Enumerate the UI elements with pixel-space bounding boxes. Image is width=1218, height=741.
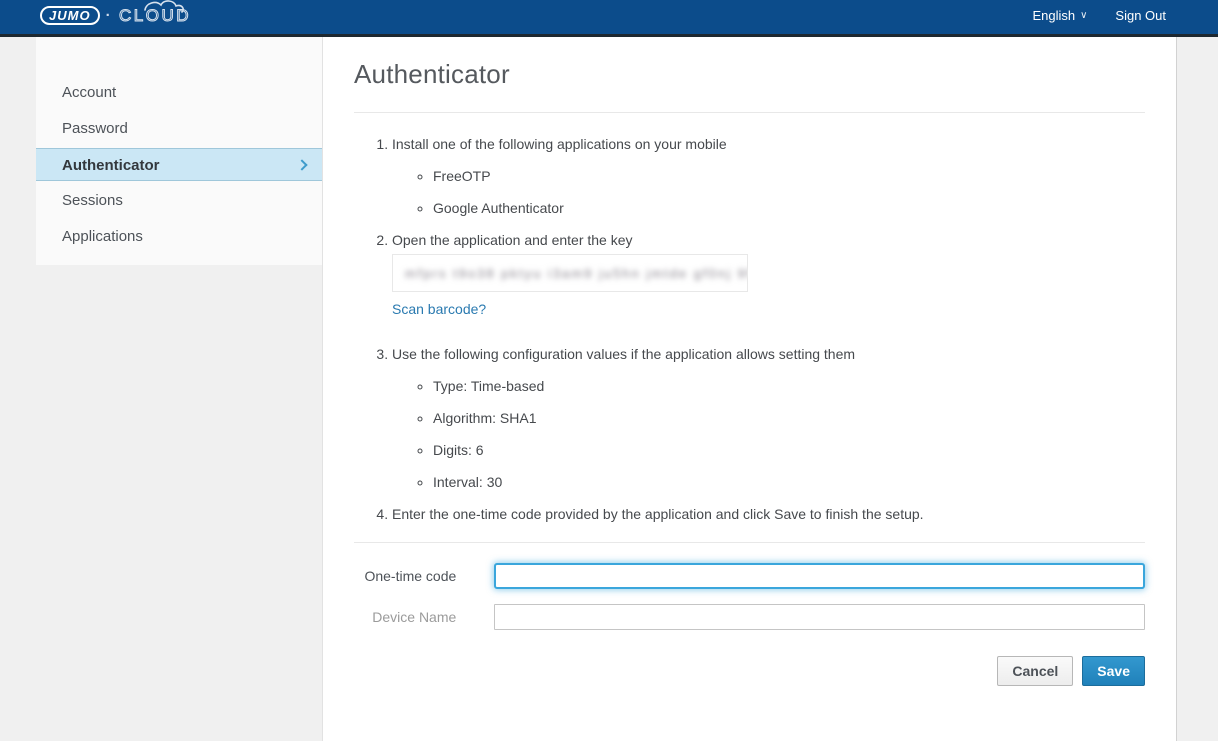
main-content-panel: Authenticator Install one of the followi… xyxy=(322,37,1177,741)
chevron-down-icon: ∨ xyxy=(1080,10,1087,21)
config-value-digits: Digits: 6 xyxy=(433,441,1145,460)
cancel-button[interactable]: Cancel xyxy=(997,656,1073,686)
save-button[interactable]: Save xyxy=(1082,656,1145,686)
sidebar-item-label: Sessions xyxy=(62,192,123,209)
one-time-code-row: One-time code xyxy=(354,563,1145,589)
step-text: Open the application and enter the key xyxy=(392,232,633,248)
device-name-input[interactable] xyxy=(494,604,1145,630)
title-divider xyxy=(354,112,1145,113)
sidebar-item-label: Applications xyxy=(62,228,143,245)
sidebar-item-sessions[interactable]: Sessions xyxy=(36,184,322,217)
sidebar-item-label: Password xyxy=(62,120,128,137)
step-text: Install one of the following application… xyxy=(392,136,727,152)
top-navbar: JUMO · CLOUD English ∨ Sign Out xyxy=(0,0,1218,37)
one-time-code-label: One-time code xyxy=(354,563,456,589)
navbar-actions: English ∨ Sign Out xyxy=(1032,8,1166,23)
brand-separator: · xyxy=(106,7,111,24)
secret-key-box: mfprs t9o38 pktyu i3am9 ju5hn jmtde gf0n… xyxy=(392,254,748,292)
scan-barcode-link[interactable]: Scan barcode? xyxy=(392,300,486,319)
config-values-list: Type: Time-based Algorithm: SHA1 Digits:… xyxy=(392,377,1145,492)
app-option: Google Authenticator xyxy=(433,199,1145,218)
config-value-type: Type: Time-based xyxy=(433,377,1145,396)
config-value-algorithm: Algorithm: SHA1 xyxy=(433,409,1145,428)
form-divider xyxy=(354,542,1145,543)
chevron-right-icon xyxy=(296,159,307,170)
step-text: Enter the one-time code provided by the … xyxy=(392,506,924,522)
sign-out-label: Sign Out xyxy=(1115,8,1166,23)
secret-key-obscured-text: mfprs t9o38 pktyu i3am9 ju5hn jmtde gf0n… xyxy=(405,264,748,283)
device-name-label: Device Name xyxy=(354,604,456,630)
sidebar-nav: Account Password Authenticator Sessions … xyxy=(36,37,322,265)
one-time-code-input[interactable] xyxy=(494,563,1145,589)
sidebar-item-label: Authenticator xyxy=(62,157,160,174)
sidebar-item-account[interactable]: Account xyxy=(36,76,322,109)
setup-steps-list: Install one of the following application… xyxy=(354,135,1145,524)
sidebar-item-password[interactable]: Password xyxy=(36,112,322,145)
sidebar-item-label: Account xyxy=(62,84,116,101)
app-option: FreeOTP xyxy=(433,167,1145,186)
sidebar-item-authenticator[interactable]: Authenticator xyxy=(36,148,322,181)
page-title: Authenticator xyxy=(354,59,1145,90)
svg-text:CLOUD: CLOUD xyxy=(119,6,191,25)
brand-logo: JUMO · CLOUD xyxy=(40,0,191,32)
cloud-logo-icon: CLOUD xyxy=(117,0,191,32)
app-options-list: FreeOTP Google Authenticator xyxy=(392,167,1145,218)
otp-form: One-time code Device Name Cancel Save xyxy=(354,563,1145,686)
step-enter-key: Open the application and enter the key m… xyxy=(392,231,1145,332)
sidebar-item-applications[interactable]: Applications xyxy=(36,220,322,253)
step-enter-code: Enter the one-time code provided by the … xyxy=(392,505,1145,524)
brand-jumo-badge: JUMO xyxy=(40,6,100,25)
device-name-row: Device Name xyxy=(354,604,1145,630)
step-config-values: Use the following configuration values i… xyxy=(392,345,1145,492)
config-value-interval: Interval: 30 xyxy=(433,473,1145,492)
step-text: Use the following configuration values i… xyxy=(392,346,855,362)
language-label: English xyxy=(1032,8,1075,23)
form-buttons: Cancel Save xyxy=(354,656,1145,686)
sign-out-link[interactable]: Sign Out xyxy=(1115,8,1166,23)
language-dropdown[interactable]: English ∨ xyxy=(1032,8,1087,23)
step-install-apps: Install one of the following application… xyxy=(392,135,1145,218)
